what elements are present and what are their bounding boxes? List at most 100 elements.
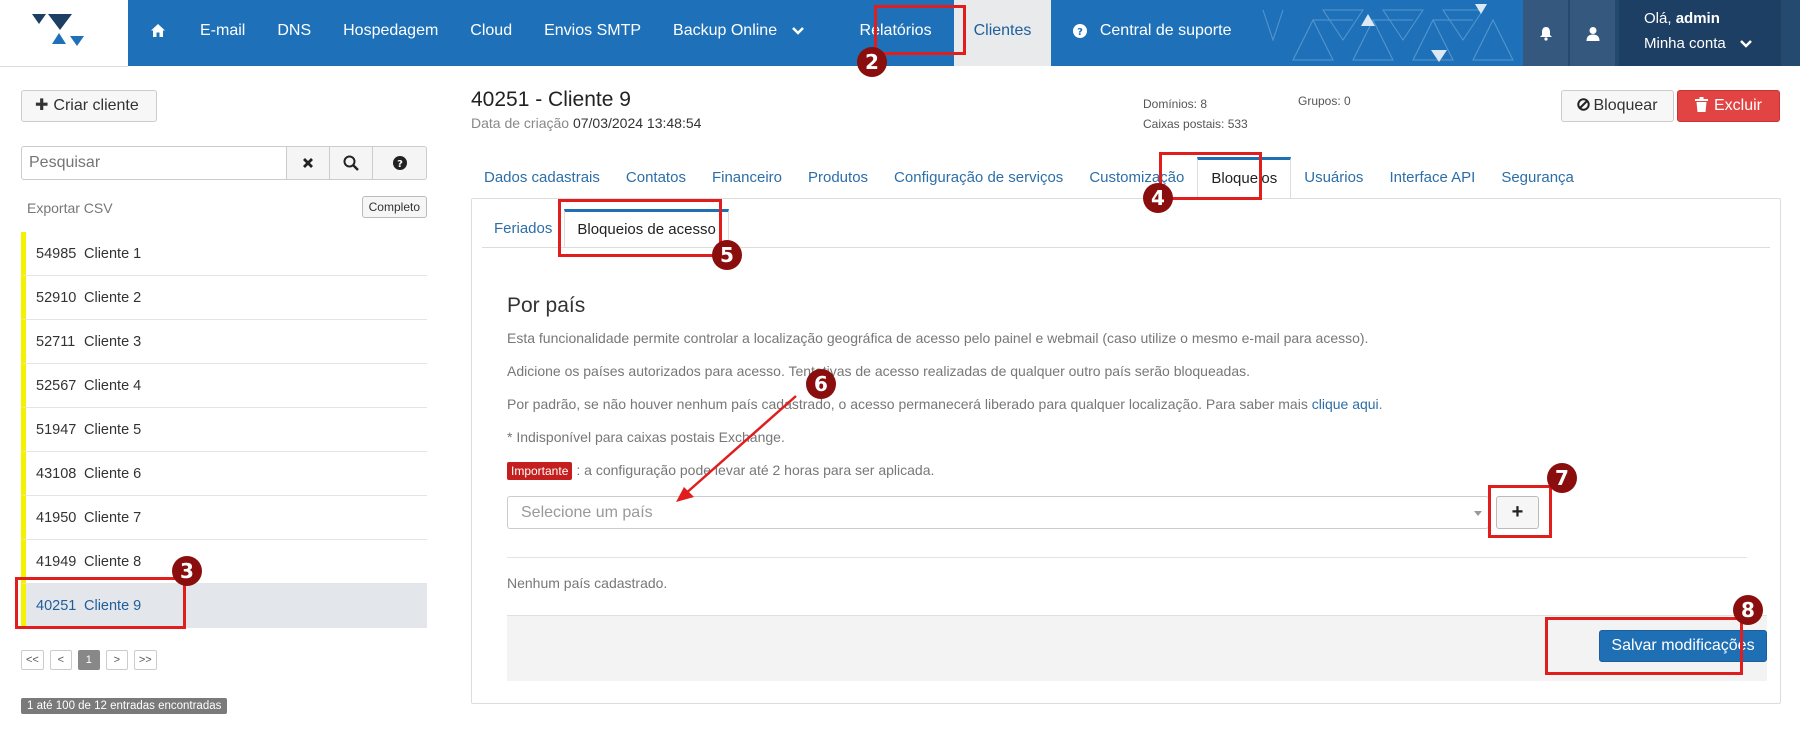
user-icon — [1586, 26, 1599, 41]
domains-count: Domínios: 8 — [1143, 97, 1208, 111]
client-name: Cliente 6 — [84, 465, 142, 482]
step-number-badge: 6 — [806, 369, 836, 399]
tab-produtos[interactable]: Produtos — [795, 157, 881, 199]
subtab-feriados[interactable]: Feriados — [482, 209, 564, 247]
user-greeting: Olá, admin — [1644, 10, 1781, 27]
client-row[interactable]: 52910 Cliente 2 — [21, 276, 427, 320]
tab-panel: Feriados Bloqueios de acesso Por país Es… — [471, 198, 1781, 704]
client-row[interactable]: 54985 Cliente 1 — [21, 232, 427, 276]
user-menu[interactable]: Olá, admin Minha conta — [1619, 0, 1781, 66]
client-id: 52567 — [36, 377, 77, 394]
nav-suporte-label: Central de suporte — [1099, 22, 1232, 39]
client-row-selected[interactable]: 40251 Cliente 9 — [21, 584, 427, 628]
country-select[interactable]: Selecione um país — [507, 496, 1489, 529]
page-prev[interactable]: < — [49, 650, 72, 670]
tab-interface-api[interactable]: Interface API — [1376, 157, 1488, 199]
creation-date-label: Data de criação — [471, 115, 570, 131]
nav-home[interactable] — [128, 0, 184, 66]
tab-contatos[interactable]: Contatos — [613, 157, 699, 199]
tab-usuarios[interactable]: Usuários — [1291, 157, 1376, 199]
sub-tabs: Feriados Bloqueios de acesso — [482, 209, 729, 247]
ban-icon — [1577, 98, 1591, 111]
step-number-badge: 8 — [1733, 595, 1763, 625]
page-first[interactable]: << — [21, 650, 44, 670]
client-row[interactable]: 51947 Cliente 5 — [21, 408, 427, 452]
decorative-triangle-pattern — [1262, 4, 1514, 62]
block-label: Bloquear — [1593, 97, 1658, 114]
nav-hospedagem[interactable]: Hospedagem — [327, 0, 454, 66]
complete-export-button[interactable]: Completo — [361, 196, 427, 218]
client-id: 41950 — [36, 509, 77, 526]
main-navbar: E-mail DNS Hospedagem Cloud Envios SMTP … — [128, 0, 1523, 66]
client-id: 40251 — [36, 597, 77, 614]
my-account-label: Minha conta — [1644, 35, 1726, 52]
client-row[interactable]: 52711 Cliente 3 — [21, 320, 427, 364]
nav-dns[interactable]: DNS — [261, 0, 327, 66]
step-number-badge: 7 — [1547, 463, 1577, 493]
block-client-button[interactable]: Bloquear — [1561, 90, 1674, 122]
top-navigation: E-mail DNS Hospedagem Cloud Envios SMTP … — [0, 0, 1800, 68]
nav-email[interactable]: E-mail — [184, 0, 261, 66]
home-icon — [151, 24, 165, 38]
delete-client-button[interactable]: Excluir — [1677, 90, 1780, 122]
subtab-bloqueios-acesso[interactable]: Bloqueios de acesso — [564, 209, 729, 247]
nav-envios-smtp[interactable]: Envios SMTP — [528, 0, 657, 66]
tab-dados-cadastrais[interactable]: Dados cadastrais — [471, 157, 613, 199]
client-name: Cliente 3 — [84, 333, 142, 350]
client-row[interactable]: 41949 Cliente 8 — [21, 540, 427, 584]
my-account[interactable]: Minha conta — [1644, 35, 1781, 52]
client-row[interactable]: 41950 Cliente 7 — [21, 496, 427, 540]
nav-clientes[interactable]: Clientes — [953, 0, 1052, 66]
profile-button[interactable] — [1570, 0, 1615, 66]
country-select-placeholder: Selecione um país — [521, 504, 653, 521]
export-csv-link[interactable]: Exportar CSV — [27, 200, 113, 216]
help-circle-icon: ? — [392, 156, 407, 170]
mailboxes-count: Caixas postais: 533 — [1143, 117, 1248, 131]
client-row[interactable]: 52567 Cliente 4 — [21, 364, 427, 408]
clear-search-button[interactable] — [287, 146, 330, 180]
client-row[interactable]: 43108 Cliente 6 — [21, 452, 427, 496]
tab-configuracao-servicos[interactable]: Configuração de serviços — [881, 157, 1076, 199]
creation-date-value: 07/03/2024 13:48:54 — [572, 115, 702, 131]
page-current[interactable]: 1 — [77, 650, 100, 670]
client-name: Cliente 1 — [84, 245, 142, 262]
logo[interactable] — [0, 0, 128, 67]
creation-date: Data de criação 07/03/2024 13:48:54 — [471, 115, 701, 131]
tab-bloqueios[interactable]: Bloqueios — [1197, 157, 1292, 199]
description-text: Adicione os países autorizados para aces… — [507, 363, 1250, 379]
learn-more-link[interactable]: clique aqui — [1312, 396, 1379, 412]
search-input[interactable] — [21, 146, 287, 180]
annotation-arrow — [676, 395, 797, 502]
search-help-button[interactable]: ? — [373, 146, 427, 180]
export-row: Exportar CSV Completo — [27, 196, 427, 222]
nav-backup-online[interactable]: Backup Online — [657, 0, 820, 66]
divider — [507, 557, 1747, 558]
step-number-badge: 3 — [172, 556, 202, 586]
notifications-button[interactable] — [1523, 0, 1568, 66]
step-number-badge: 5 — [712, 240, 742, 270]
entries-count-badge: 1 até 100 de 12 entradas encontradas — [21, 698, 228, 714]
page-next[interactable]: > — [105, 650, 128, 670]
groups-count: Grupos: 0 — [1298, 94, 1351, 108]
create-client-button[interactable]: ✚ Criar cliente — [21, 90, 157, 122]
page-title: 40251 - Cliente 9 — [471, 88, 631, 111]
nav-backup-label: Backup Online — [673, 22, 778, 39]
tab-financeiro[interactable]: Financeiro — [699, 157, 795, 199]
plus-icon: ✚ — [35, 97, 49, 114]
nav-central-suporte[interactable]: ? Central de suporte — [1057, 0, 1247, 66]
description-text: Por padrão, se não houver nenhum país ca… — [507, 396, 1383, 412]
client-list: 54985 Cliente 1 52910 Cliente 2 52711 Clien… — [21, 232, 427, 628]
add-country-button[interactable]: + — [1496, 496, 1539, 529]
nav-cloud[interactable]: Cloud — [454, 0, 528, 66]
client-tabs: Dados cadastrais Contatos Financeiro Pro… — [471, 157, 1587, 199]
period: . — [1378, 396, 1383, 412]
search-button[interactable] — [330, 146, 373, 180]
tab-customizacao[interactable]: Customização — [1076, 157, 1197, 199]
client-name: Cliente 8 — [84, 553, 142, 570]
client-name: Cliente 2 — [84, 289, 142, 306]
save-changes-button[interactable]: Salvar modificações — [1599, 630, 1767, 662]
chevron-down-icon — [1740, 40, 1752, 48]
help-circle-icon: ? — [1073, 23, 1088, 38]
tab-seguranca[interactable]: Segurança — [1488, 157, 1587, 199]
page-last[interactable]: >> — [133, 650, 157, 670]
